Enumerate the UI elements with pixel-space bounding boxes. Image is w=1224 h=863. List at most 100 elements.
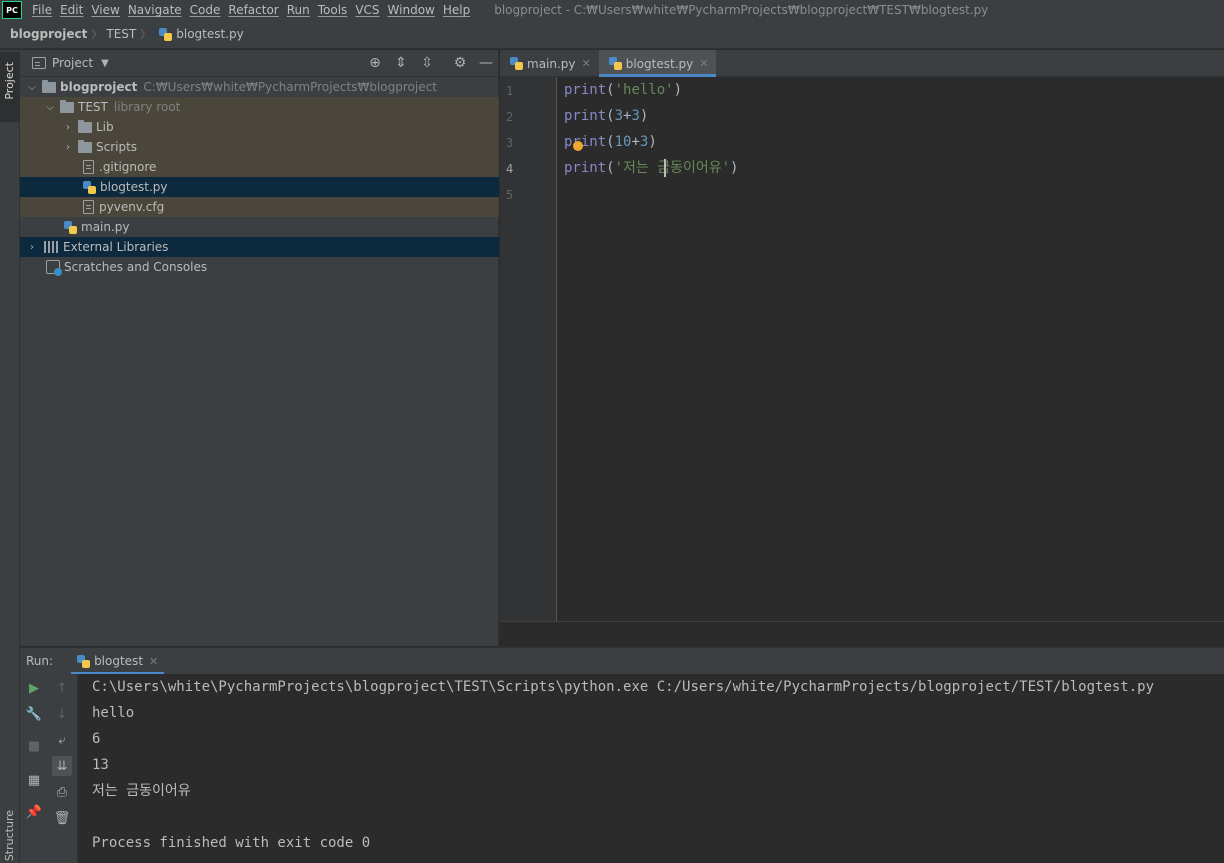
tree-item-gitignore[interactable]: .gitignore (20, 157, 499, 177)
menu-vcs[interactable]: VCS (355, 3, 379, 17)
console-output-line: hello (92, 705, 135, 721)
tree-item-external-libraries[interactable]: › External Libraries (20, 237, 499, 257)
tab-label: blogtest.py (625, 56, 694, 71)
menu-tools[interactable]: Tools (318, 3, 348, 17)
chevron-down-icon[interactable]: ⌵ (26, 82, 38, 93)
tree-item-label: .gitignore (99, 160, 157, 174)
chevron-down-icon[interactable]: ▼ (101, 58, 109, 69)
project-panel-header: Project ▼ ⊕ ⇕ ⇳ ⚙ — (20, 50, 498, 77)
tree-item-label: TEST (78, 100, 108, 114)
print-icon[interactable]: ⎙ (52, 782, 72, 802)
up-arrow-icon[interactable]: ↑ (52, 678, 72, 698)
tree-item-blogproject[interactable]: ⌵ blogproject C:₩Users₩white₩PycharmProj… (20, 77, 499, 97)
config-file-icon (83, 200, 94, 214)
down-arrow-icon[interactable]: ↓ (52, 704, 72, 724)
tree-item-scripts[interactable]: › Scripts (20, 137, 499, 157)
tree-item-label: blogproject (60, 80, 138, 94)
folder-icon (78, 119, 92, 133)
scroll-to-end-icon[interactable]: ⇊ (52, 756, 72, 776)
project-view-selector[interactable]: Project (52, 56, 93, 70)
chevron-down-icon[interactable]: ⌵ (44, 102, 56, 113)
menu-code[interactable]: Code (190, 3, 221, 17)
layout-icon[interactable]: ▦ (24, 770, 44, 790)
tree-item-label: main.py (81, 220, 130, 234)
code-editor[interactable]: print('hello') print(3+3) print(10+3) pr… (558, 77, 1224, 621)
menu-navigate[interactable]: Navigate (128, 3, 182, 17)
menu-window[interactable]: Window (388, 3, 435, 17)
chevron-right-icon[interactable]: › (62, 122, 74, 133)
tab-main-py[interactable]: main.py ✕ (500, 50, 599, 77)
code-line-4[interactable]: print('저는 금동이어유') (564, 155, 738, 181)
python-file-icon (510, 57, 523, 70)
close-icon[interactable]: ✕ (582, 57, 591, 70)
collapse-all-icon[interactable]: ⇳ (419, 55, 435, 71)
expand-all-icon[interactable]: ⇕ (393, 55, 409, 71)
tree-item-pyvenv[interactable]: pyvenv.cfg (20, 197, 499, 217)
run-tab-label: blogtest (94, 654, 144, 668)
stop-icon[interactable]: ■ (24, 736, 44, 756)
tree-item-lib[interactable]: › Lib (20, 117, 499, 137)
tree-item-label: pyvenv.cfg (99, 200, 165, 214)
breadcrumb-file[interactable]: blogtest.py (176, 27, 244, 41)
folder-icon (78, 139, 92, 153)
console-output-line: 6 (92, 731, 101, 747)
lightbulb-icon[interactable] (573, 141, 583, 151)
project-tool-button[interactable]: Project (0, 52, 20, 122)
menu-help[interactable]: Help (443, 3, 470, 17)
tab-label: main.py (527, 56, 576, 71)
tree-item-main[interactable]: main.py (20, 217, 499, 237)
run-panel-header: Run: blogtest ✕ (20, 647, 1224, 675)
console-exit-line: Process finished with exit code 0 (92, 835, 371, 851)
chevron-right-icon: 〉 (91, 28, 103, 41)
project-view-icon (32, 57, 46, 69)
project-tool-label: Project (3, 62, 16, 100)
gear-icon[interactable]: ⚙ (452, 55, 468, 71)
run-console[interactable]: C:\Users\white\PycharmProjects\blogproje… (78, 674, 1224, 863)
left-tool-stripe: Project Structure (0, 50, 20, 863)
chevron-right-icon[interactable]: › (62, 142, 74, 153)
hide-icon[interactable]: — (478, 55, 494, 71)
text-caret (664, 159, 666, 177)
menu-file[interactable]: File (32, 3, 52, 17)
line-number: 1 (506, 84, 514, 98)
soft-wrap-icon[interactable]: ⤶ (52, 730, 72, 750)
trash-icon[interactable]: 🗑 (52, 808, 72, 828)
run-toolbar: ▶ ↑ 🔧 ↓ ■ ⤶ ⇊ ▦ ⎙ 📌 🗑 (20, 674, 78, 863)
menu-view[interactable]: View (91, 3, 119, 17)
chevron-right-icon[interactable]: › (26, 242, 38, 253)
locate-icon[interactable]: ⊕ (367, 55, 383, 71)
structure-tool-button[interactable]: Structure (3, 810, 16, 861)
wrench-icon[interactable]: 🔧 (24, 704, 44, 724)
run-tab-blogtest[interactable]: blogtest ✕ (71, 648, 165, 675)
breadcrumb-project[interactable]: blogproject (10, 27, 87, 41)
project-panel: Project ▼ ⊕ ⇕ ⇳ ⚙ — ⌵ blogproject C:₩Use… (20, 50, 499, 646)
console-command-line: C:\Users\white\PycharmProjects\blogproje… (92, 679, 1155, 695)
breadcrumb: blogproject 〉 TEST 〉 blogtest.py (0, 20, 1224, 49)
menu-refactor[interactable]: Refactor (228, 3, 278, 17)
run-label: Run: (26, 654, 54, 668)
tree-item-label: Scripts (96, 140, 138, 154)
tree-item-test[interactable]: ⌵ TEST library root (20, 97, 499, 117)
library-icon (44, 241, 60, 253)
line-number-gutter: 1 2 3 4 5 (500, 77, 557, 621)
console-output-line: 저는 금동이어유 (92, 783, 191, 799)
python-file-icon (608, 57, 622, 70)
line-number-current: 4 (506, 162, 514, 176)
tree-item-scratches[interactable]: Scratches and Consoles (20, 257, 499, 277)
menu-run[interactable]: Run (287, 3, 310, 17)
pycharm-logo-icon: PC (2, 1, 22, 19)
tab-blogtest-py[interactable]: blogtest.py ✕ (598, 50, 717, 77)
code-line-1[interactable]: print('hello') (564, 77, 682, 103)
tree-item-blogtest[interactable]: blogtest.py (20, 177, 499, 197)
close-icon[interactable]: ✕ (699, 57, 708, 70)
code-line-2[interactable]: print(3+3) (564, 103, 648, 129)
menu-edit[interactable]: Edit (60, 3, 83, 17)
breadcrumb-test[interactable]: TEST (106, 27, 136, 41)
close-icon[interactable]: ✕ (149, 655, 158, 668)
run-icon[interactable]: ▶ (24, 678, 44, 698)
editor-tab-bar: main.py ✕ blogtest.py ✕ (500, 50, 1224, 77)
pin-icon[interactable]: 📌 (24, 802, 44, 822)
window-title: blogproject - C:₩Users₩white₩PycharmProj… (494, 3, 989, 17)
console-output-line: 13 (92, 757, 109, 773)
menu-bar: PC File Edit View Navigate Code Refactor… (0, 0, 1224, 20)
